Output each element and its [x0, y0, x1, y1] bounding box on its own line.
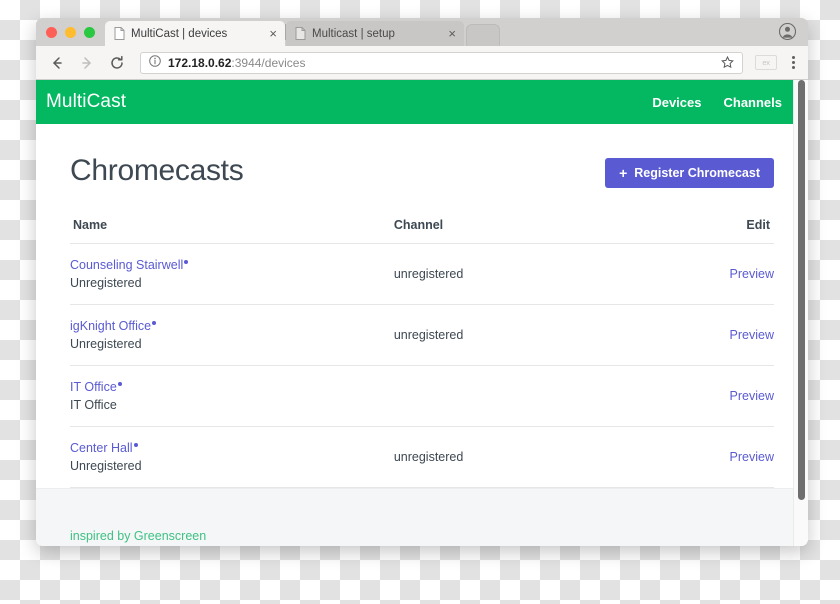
status-dot-icon: [184, 259, 189, 264]
status-dot-icon: [152, 320, 157, 325]
device-link[interactable]: igKnight Office: [70, 319, 151, 333]
device-edit-cell: Preview: [654, 304, 774, 366]
close-window-button[interactable]: [46, 26, 57, 38]
device-name-cell: Counseling Stairwell Unregistered: [70, 243, 394, 305]
star-icon[interactable]: [721, 56, 734, 69]
device-edit-cell: Preview: [654, 365, 774, 427]
chromecast-table: Name Channel Edit Counseling Stairwell U…: [70, 218, 774, 488]
device-subtitle: Unregistered: [70, 337, 142, 351]
device-channel-cell: [393, 365, 655, 427]
forward-arrow-icon: [78, 54, 96, 72]
brand-logo[interactable]: MultiCast: [46, 91, 126, 113]
tab-title: MultiCast | devices: [131, 27, 228, 40]
tab-title: Multicast | setup: [312, 27, 395, 40]
page-icon: [295, 27, 306, 40]
table-header-row: Name Channel Edit: [70, 218, 774, 244]
preview-link[interactable]: Preview: [730, 450, 774, 464]
reload-icon[interactable]: [108, 54, 126, 72]
page-scrollbar-thumb[interactable]: [798, 80, 805, 500]
device-channel-cell: unregistered: [393, 304, 655, 366]
profile-avatar-icon[interactable]: [778, 22, 797, 41]
window-traffic-lights: [44, 18, 105, 46]
device-name-cell: Center Hall Unregistered: [70, 426, 394, 488]
extension-icon[interactable]: ex: [755, 55, 777, 70]
nav-link-devices[interactable]: Devices: [652, 95, 701, 110]
column-header-name: Name: [70, 218, 394, 244]
device-link[interactable]: Center Hall: [70, 441, 133, 455]
inspired-by-greenscreen-link[interactable]: inspired by Greenscreen: [70, 529, 215, 546]
status-dot-icon: [117, 381, 122, 386]
page-header: Chromecasts + Register Chromecast: [70, 154, 774, 188]
url-path: :3944/devices: [231, 55, 306, 70]
device-link[interactable]: Counseling Stairwell: [70, 258, 183, 272]
page-title: Chromecasts: [70, 154, 244, 187]
close-tab-button[interactable]: ×: [448, 27, 456, 40]
page-scrollbar[interactable]: [793, 80, 808, 546]
table-body: Counseling Stairwell Unregistered unregi…: [70, 243, 774, 488]
preview-link[interactable]: Preview: [730, 267, 774, 281]
browser-window: MultiCast | devices × Multicast | setup …: [36, 18, 808, 546]
register-chromecast-label: Register Chromecast: [634, 166, 760, 180]
browser-toolbar: 172.18.0.62:3944/devices ex: [36, 46, 808, 80]
preview-link[interactable]: Preview: [730, 328, 774, 342]
device-name-cell: igKnight Office Unregistered: [70, 304, 394, 366]
device-subtitle: Unregistered: [70, 459, 142, 473]
page-viewport: MultiCast Devices Channels Chromecasts +…: [36, 80, 808, 546]
navbar-links: Devices Channels: [652, 95, 782, 110]
device-link[interactable]: IT Office: [70, 380, 117, 394]
device-channel-cell: unregistered: [393, 243, 655, 305]
maximize-window-button[interactable]: [84, 26, 95, 38]
table-head: Name Channel Edit: [70, 218, 774, 244]
minimize-window-button[interactable]: [65, 26, 76, 38]
device-name-cell: IT Office IT Office: [70, 365, 394, 427]
site-navbar: MultiCast Devices Channels: [36, 80, 808, 124]
back-arrow-icon[interactable]: [48, 54, 66, 72]
site-footer: inspired by Greenscreen: [36, 488, 808, 546]
plus-icon: +: [619, 165, 628, 181]
url-host: 172.18.0.62: [168, 55, 232, 70]
device-channel-cell: unregistered: [393, 426, 655, 488]
page-body: Chromecasts + Register Chromecast Name C…: [36, 124, 808, 546]
nav-link-channels[interactable]: Channels: [723, 95, 782, 110]
tab-strip: MultiCast | devices × Multicast | setup …: [36, 18, 808, 46]
device-edit-cell: Preview: [654, 426, 774, 488]
device-edit-cell: Preview: [654, 243, 774, 305]
content-card: Chromecasts + Register Chromecast Name C…: [36, 124, 808, 488]
table-row: igKnight Office Unregistered unregistere…: [70, 304, 774, 366]
three-dot-menu-icon[interactable]: [789, 56, 798, 69]
table-row: Center Hall Unregistered unregistered Pr…: [70, 426, 774, 488]
close-tab-button[interactable]: ×: [269, 27, 277, 40]
table-row: IT Office IT Office Preview: [70, 365, 774, 427]
device-subtitle: IT Office: [70, 398, 117, 412]
tab-multicast-setup[interactable]: Multicast | setup ×: [286, 21, 464, 46]
tab-multicast-devices[interactable]: MultiCast | devices ×: [105, 21, 285, 46]
column-header-edit: Edit: [654, 218, 774, 244]
table-row: Counseling Stairwell Unregistered unregi…: [70, 243, 774, 305]
register-chromecast-button[interactable]: + Register Chromecast: [605, 158, 774, 188]
status-dot-icon: [133, 442, 138, 447]
address-bar[interactable]: 172.18.0.62:3944/devices: [140, 51, 743, 74]
address-bar-text: 172.18.0.62:3944/devices: [168, 56, 714, 70]
page-icon: [114, 27, 125, 40]
device-subtitle: Unregistered: [70, 276, 142, 290]
info-circle-icon[interactable]: [149, 55, 161, 70]
preview-link[interactable]: Preview: [730, 389, 774, 403]
new-tab-button[interactable]: [466, 24, 500, 46]
column-header-channel: Channel: [393, 218, 655, 244]
